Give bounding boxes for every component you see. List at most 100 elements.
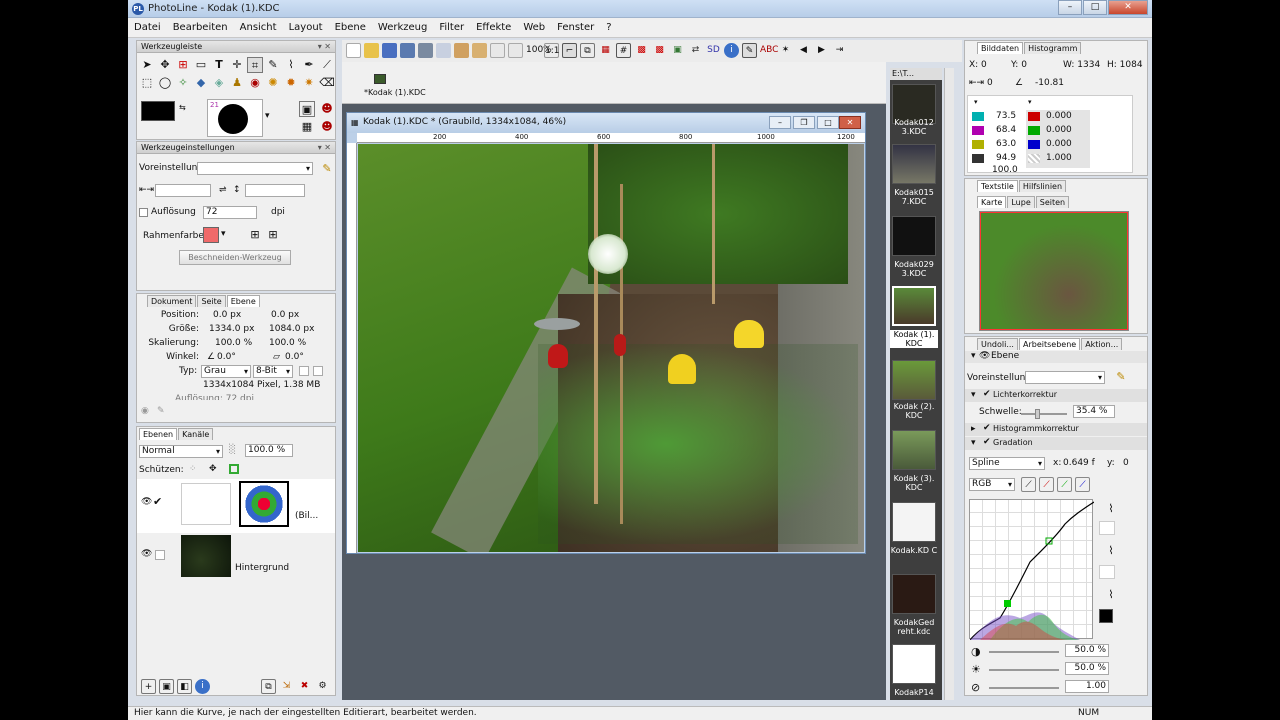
new-layer-icon[interactable]: + — [141, 679, 156, 694]
contrast-field[interactable]: 50.0 % — [1065, 644, 1109, 657]
adjustment-row[interactable]: ▸ ✔ Histogrammkorrektur — [965, 423, 1147, 436]
gradation-curve-editor[interactable] — [969, 499, 1094, 640]
menu-layout[interactable]: Layout — [283, 22, 329, 33]
panel-controls-icon[interactable]: ▾ ✕ — [318, 41, 331, 52]
doc-maximize-button[interactable]: □ — [817, 116, 839, 129]
pipette-white-icon[interactable]: ⌇ — [1103, 587, 1119, 603]
adjustment-checkbox-icon[interactable]: ✔ — [983, 389, 991, 399]
doc-close-button[interactable]: ✕ — [839, 116, 861, 129]
expand-icon[interactable]: ▾ — [971, 438, 976, 448]
file-name[interactable]: Kodak (3). KDC — [890, 474, 938, 492]
smudge-tool-icon[interactable]: ⟋ — [319, 57, 335, 73]
gamma-field[interactable]: 1.00 — [1065, 680, 1109, 693]
prev-arrow-icon[interactable]: ◀ — [796, 43, 811, 58]
viewport-frame[interactable] — [980, 212, 1128, 330]
layer-settings-icon[interactable]: ⚙ — [315, 679, 330, 694]
mask-icon[interactable]: ▣ — [299, 101, 315, 117]
doc-restore-button[interactable]: ❐ — [793, 116, 815, 129]
duplicate-icon[interactable] — [508, 43, 523, 58]
layer-row[interactable]: 👁 ✔ (Bil... — [137, 479, 335, 533]
expand-icon[interactable]: ▾ — [971, 390, 976, 400]
preset-brush-icon[interactable]: ✎ — [1113, 369, 1129, 385]
cat-icon[interactable]: ☻ — [319, 101, 335, 117]
green-curve-icon[interactable]: ⟋ — [1057, 477, 1072, 492]
preview-icon[interactable] — [436, 43, 451, 58]
visibility-eye-icon[interactable]: 👁 — [141, 549, 152, 559]
frame-color-swatch[interactable] — [203, 227, 219, 243]
file-name[interactable]: Kodak.KD C — [890, 546, 938, 555]
select-grid-icon[interactable]: ▣ — [670, 43, 685, 58]
grid-option2-icon[interactable]: ⊞ — [265, 227, 281, 243]
stamp-tool-icon[interactable]: ♟ — [229, 75, 245, 91]
file-thumbnail[interactable] — [892, 360, 936, 400]
info-icon[interactable]: i — [724, 43, 739, 58]
visibility-eye-icon[interactable]: 👁 — [979, 351, 990, 361]
open-folder-icon[interactable] — [364, 43, 379, 58]
filmstrip-scrollbar[interactable] — [944, 68, 954, 700]
swap-icon[interactable]: ⇄ — [688, 43, 703, 58]
save-icon[interactable] — [400, 43, 415, 58]
black-point-swatch[interactable] — [1099, 521, 1115, 535]
tab-seite[interactable]: Seite — [197, 295, 226, 307]
file-name[interactable]: Kodak015 7.KDC — [890, 188, 938, 206]
visibility-eye-icon[interactable]: 👁 — [141, 497, 152, 507]
layer-effect-icon[interactable]: ⇲ — [279, 679, 294, 694]
pipette-gray-icon[interactable]: ⌇ — [1103, 543, 1119, 559]
file-name[interactable]: KodakGed reht.kdc — [890, 618, 938, 636]
color-grid-icon[interactable]: ▦ — [598, 43, 613, 58]
red-grid-icon[interactable]: ▩ — [634, 43, 649, 58]
file-thumbnail[interactable] — [892, 144, 936, 184]
curve-edit-icon[interactable]: ⟋ — [1021, 477, 1036, 492]
panel-controls-icon[interactable]: ▾ ✕ — [318, 142, 331, 153]
zoom-100-icon[interactable]: 100% — [526, 43, 552, 58]
frame-icon[interactable]: ⧉ — [580, 43, 595, 58]
curve-type-dropdown[interactable]: Spline — [969, 457, 1045, 470]
brightness-field[interactable]: 50.0 % — [1065, 662, 1109, 675]
channel-dropdown[interactable]: RGB — [969, 478, 1015, 491]
eraser-tool-icon[interactable]: ⌫ — [319, 75, 335, 91]
contrast-slider[interactable] — [989, 651, 1059, 653]
brush-dropdown-icon[interactable]: ▾ — [265, 111, 270, 121]
fit-icon[interactable]: ⌐ — [562, 43, 577, 58]
resolution-field[interactable]: 72 — [203, 206, 257, 219]
paste-icon[interactable] — [490, 43, 505, 58]
photo-canvas[interactable] — [358, 144, 864, 552]
transform-tool-icon[interactable]: ⊞ — [175, 57, 191, 73]
menu-werkzeug[interactable]: Werkzeug — [372, 22, 433, 33]
expand-icon[interactable]: ▸ — [971, 424, 976, 434]
maximize-button[interactable]: □ — [1083, 0, 1107, 15]
red-curve-icon[interactable]: ⟋ — [1039, 477, 1054, 492]
browse-icon[interactable] — [382, 43, 397, 58]
file-name[interactable]: KodakP14 — [890, 688, 938, 697]
red-eye-tool-icon[interactable]: ◉ — [247, 75, 263, 91]
swap-dimension-icon[interactable]: ⇌ — [219, 185, 227, 195]
blue-curve-icon[interactable]: ⟋ — [1075, 477, 1090, 492]
pen-tool-icon[interactable]: ✒ — [301, 57, 317, 73]
menu-filter[interactable]: Filter — [433, 22, 470, 33]
menu-web[interactable]: Web — [517, 22, 551, 33]
fill-tool-icon[interactable]: ◆ — [193, 75, 209, 91]
wand-tool-icon[interactable]: ✧ — [175, 75, 191, 91]
width-field[interactable] — [155, 184, 211, 197]
dodge-tool-icon[interactable]: ✷ — [301, 75, 317, 91]
layer-group-icon[interactable]: ▣ — [159, 679, 174, 694]
gamma-slider[interactable] — [989, 687, 1059, 689]
minimize-button[interactable]: – — [1058, 0, 1082, 15]
brush-preview[interactable]: 21 — [207, 99, 263, 137]
file-name[interactable]: Kodak012 3.KDC — [890, 118, 938, 136]
grid-icon[interactable]: # — [616, 43, 631, 58]
new-file-icon[interactable] — [346, 43, 361, 58]
select-tool-icon[interactable]: ⬚ — [139, 75, 155, 91]
tab-histogramm[interactable]: Histogramm — [1024, 42, 1082, 54]
apply-icon[interactable]: ◉ — [141, 406, 149, 416]
type-dropdown[interactable]: Grau — [201, 365, 251, 378]
layer-check-box[interactable] — [155, 550, 165, 560]
sponge-tool-icon[interactable]: ✺ — [265, 75, 281, 91]
red-grid2-icon[interactable]: ▩ — [652, 43, 667, 58]
tab-dokument[interactable]: Dokument — [147, 295, 197, 307]
arrow-tool-icon[interactable]: ➤ — [139, 57, 155, 73]
cut-icon[interactable] — [454, 43, 469, 58]
merge-layer-icon[interactable]: ⧉ — [261, 679, 276, 694]
menu-effekte[interactable]: Effekte — [470, 22, 517, 33]
next-arrow-icon[interactable]: ▶ — [814, 43, 829, 58]
